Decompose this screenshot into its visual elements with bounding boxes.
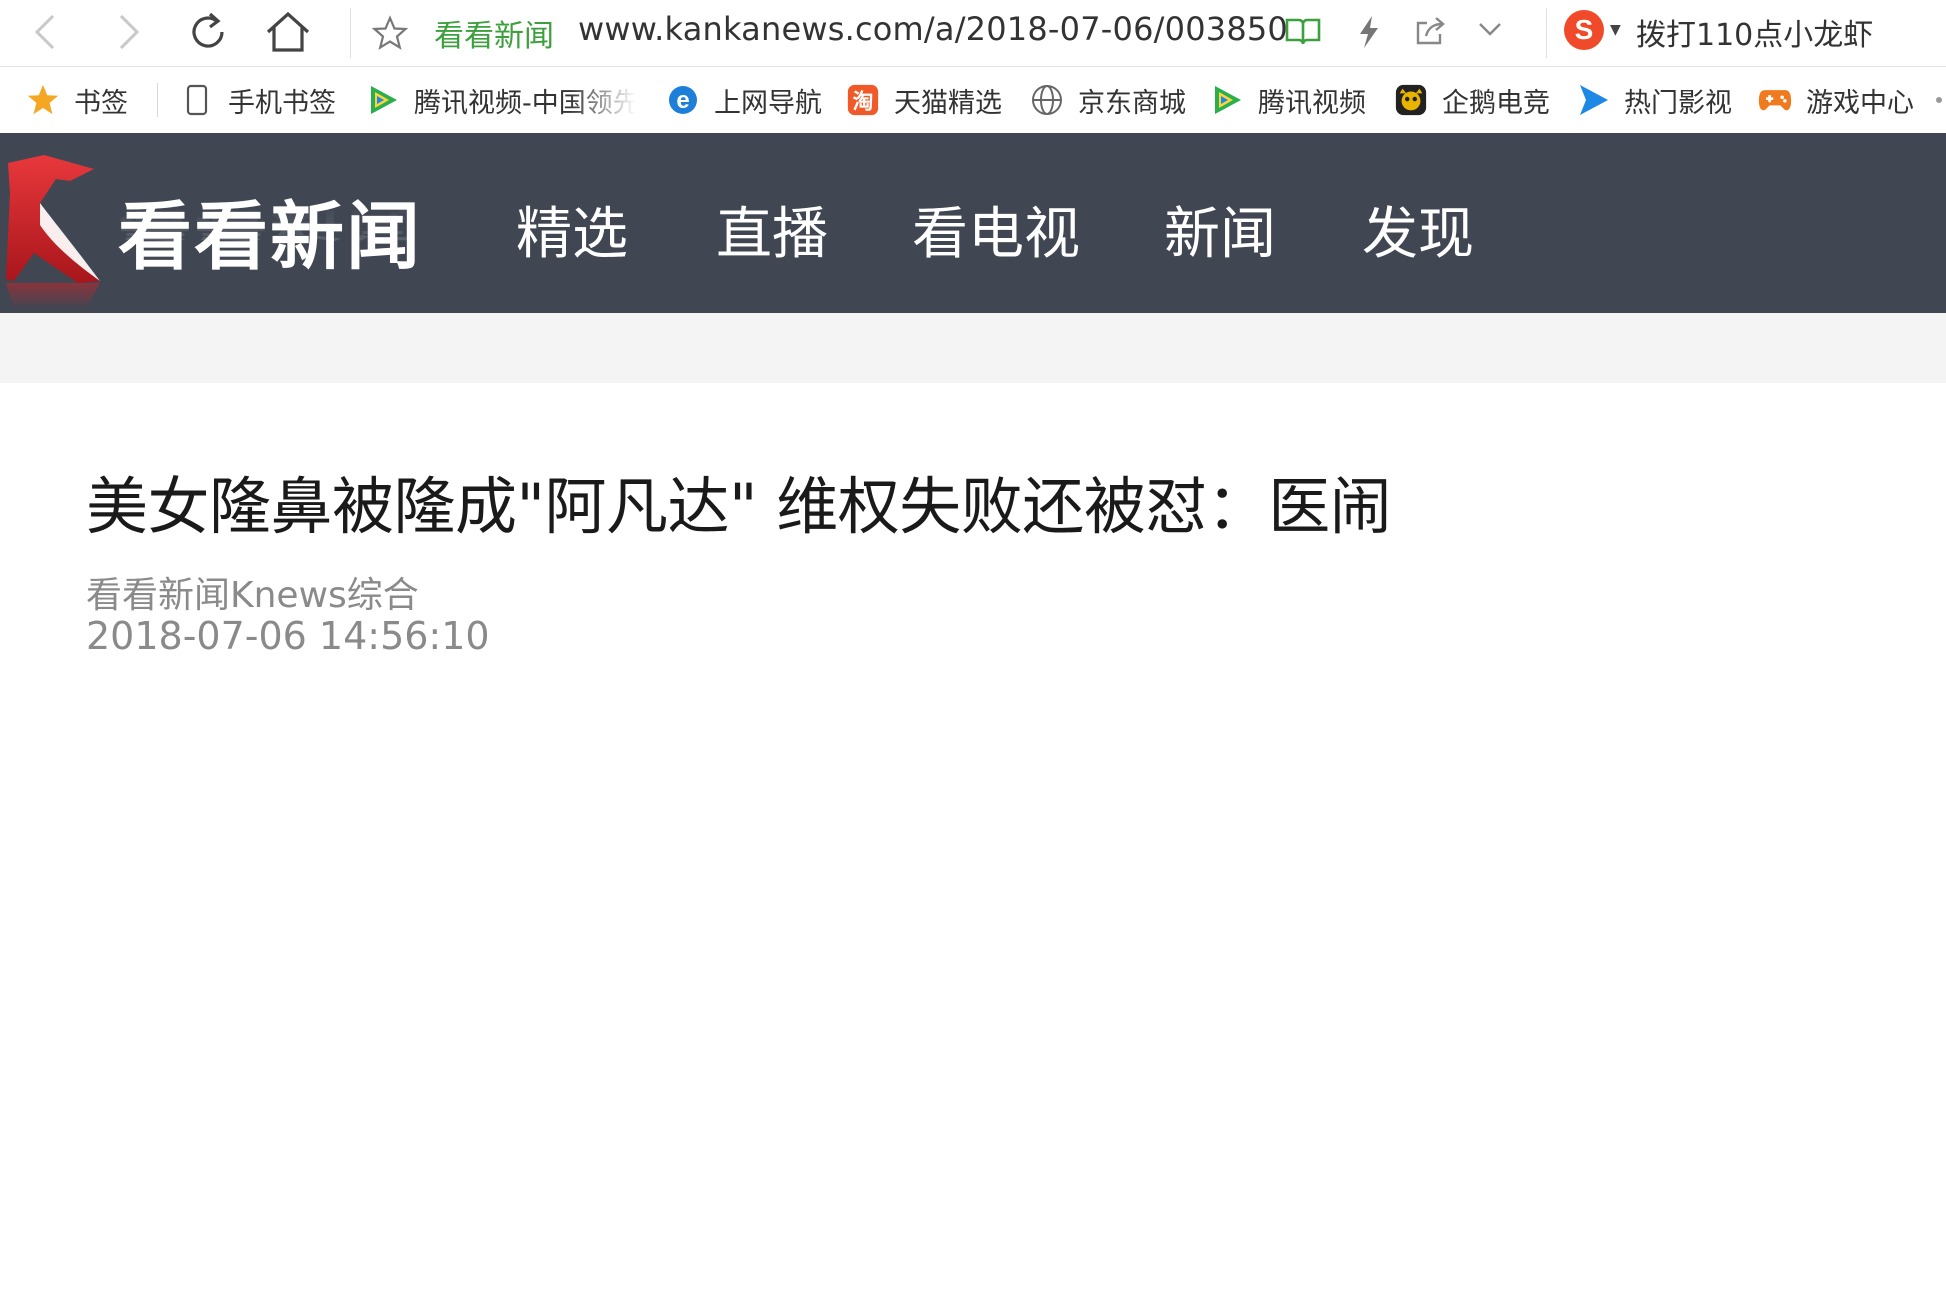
globe-icon xyxy=(1030,83,1064,117)
svg-text:淘: 淘 xyxy=(853,90,874,114)
ie-icon: e xyxy=(666,83,700,117)
reader-mode-icon[interactable] xyxy=(1284,14,1322,52)
article-title: 美女隆鼻被隆成"阿凡达" 维权失败还被怼：医闹 xyxy=(86,470,1392,543)
search-box[interactable]: S ▼ 拨打110点小龙虾 xyxy=(1560,0,1946,66)
toolbar-divider xyxy=(350,8,351,58)
penguin-esports-icon xyxy=(1394,83,1428,117)
bookmark-item[interactable]: 书签 xyxy=(26,67,128,133)
site-header: 看看新闻 看看新闻 精选 直播 看电视 新闻 发现 xyxy=(0,133,1946,313)
toolbar-divider xyxy=(1546,8,1547,58)
bookmark-item[interactable]: 热门影视 xyxy=(1576,67,1732,133)
bookmark-item[interactable]: 腾讯视频 xyxy=(1210,67,1366,133)
bookmark-label: 书签 xyxy=(74,87,128,119)
bookmark-label: 腾讯视频-中国领先 xyxy=(414,87,636,119)
search-engine-logo[interactable]: S xyxy=(1564,10,1604,50)
bookmark-divider xyxy=(157,83,158,117)
svg-text:e: e xyxy=(676,87,689,114)
bookmark-label: 天猫精选 xyxy=(894,87,1002,119)
bookmark-label: 京东商城 xyxy=(1078,87,1186,119)
bookmark-label: 腾讯视频 xyxy=(1258,87,1366,119)
bookmarks-bar: 书签 手机书签 腾讯视频-中国领先 e 上网导航 淘 天猫精选 京东商城 腾讯视… xyxy=(0,67,1946,133)
nav-item-news[interactable]: 新闻 xyxy=(1164,189,1276,270)
taobao-icon: 淘 xyxy=(846,83,880,117)
refresh-icon[interactable] xyxy=(184,8,232,56)
search-query[interactable]: 拨打110点小龙虾 xyxy=(1636,10,1873,54)
forward-icon[interactable] xyxy=(104,8,152,56)
star-icon xyxy=(26,83,60,117)
phone-icon xyxy=(180,83,214,117)
address-site-name: 看看新闻 xyxy=(434,19,554,54)
caret-down-icon[interactable]: ▼ xyxy=(1610,22,1621,38)
bookmark-item[interactable]: 企鹅电竞 xyxy=(1394,67,1550,133)
bookmark-item[interactable]: 腾讯视频-中国领先 xyxy=(366,67,636,133)
lightning-icon[interactable] xyxy=(1356,14,1382,54)
nav-item-discover[interactable]: 发现 xyxy=(1362,189,1474,270)
tencent-video-icon xyxy=(1210,83,1244,117)
address-bar[interactable]: 看看新闻 www.kankanews.com/a/2018-07-06/0038… xyxy=(352,0,1532,66)
bookmark-item[interactable]: 淘 天猫精选 xyxy=(846,67,1002,133)
bookmark-item[interactable]: 游戏中心 xyxy=(1758,67,1914,133)
bookmark-label: 热门影视 xyxy=(1624,87,1732,119)
bookmark-label: 上网导航 xyxy=(714,87,822,119)
gamepad-icon xyxy=(1758,83,1792,117)
article-source: 看看新闻Knews综合 xyxy=(86,575,419,616)
back-icon[interactable] xyxy=(22,8,70,56)
home-icon[interactable] xyxy=(264,8,312,56)
more-bookmarks-indicator[interactable] xyxy=(1936,97,1942,103)
header-spacer-band xyxy=(0,313,1946,383)
tencent-video-icon xyxy=(366,83,400,117)
bookmark-item[interactable]: e 上网导航 xyxy=(666,67,822,133)
address-url[interactable]: www.kankanews.com/a/2018-07-06/003850 xyxy=(578,10,1288,48)
logo-wordmark-reflection: 看看新闻 xyxy=(118,204,422,244)
kankan-k-logo-icon xyxy=(6,155,100,309)
site-logo[interactable]: 看看新闻 看看新闻 xyxy=(0,133,422,313)
bookmark-item[interactable]: 京东商城 xyxy=(1030,67,1186,133)
bookmark-label: 企鹅电竞 xyxy=(1442,87,1550,119)
play-icon xyxy=(1576,83,1610,117)
bookmark-label: 游戏中心 xyxy=(1806,87,1914,119)
bookmark-item[interactable]: 手机书签 xyxy=(180,67,336,133)
nav-item-featured[interactable]: 精选 xyxy=(516,189,628,270)
nav-item-tv[interactable]: 看电视 xyxy=(912,189,1080,270)
bookmark-label: 手机书签 xyxy=(228,87,336,119)
browser-toolbar: 看看新闻 www.kankanews.com/a/2018-07-06/0038… xyxy=(0,0,1946,67)
nav-item-live[interactable]: 直播 xyxy=(716,189,828,270)
chevron-down-icon[interactable] xyxy=(1476,18,1504,46)
share-icon[interactable] xyxy=(1414,14,1448,52)
bookmark-star-icon[interactable] xyxy=(371,15,409,55)
article-date: 2018-07-06 14:56:10 xyxy=(86,614,490,658)
